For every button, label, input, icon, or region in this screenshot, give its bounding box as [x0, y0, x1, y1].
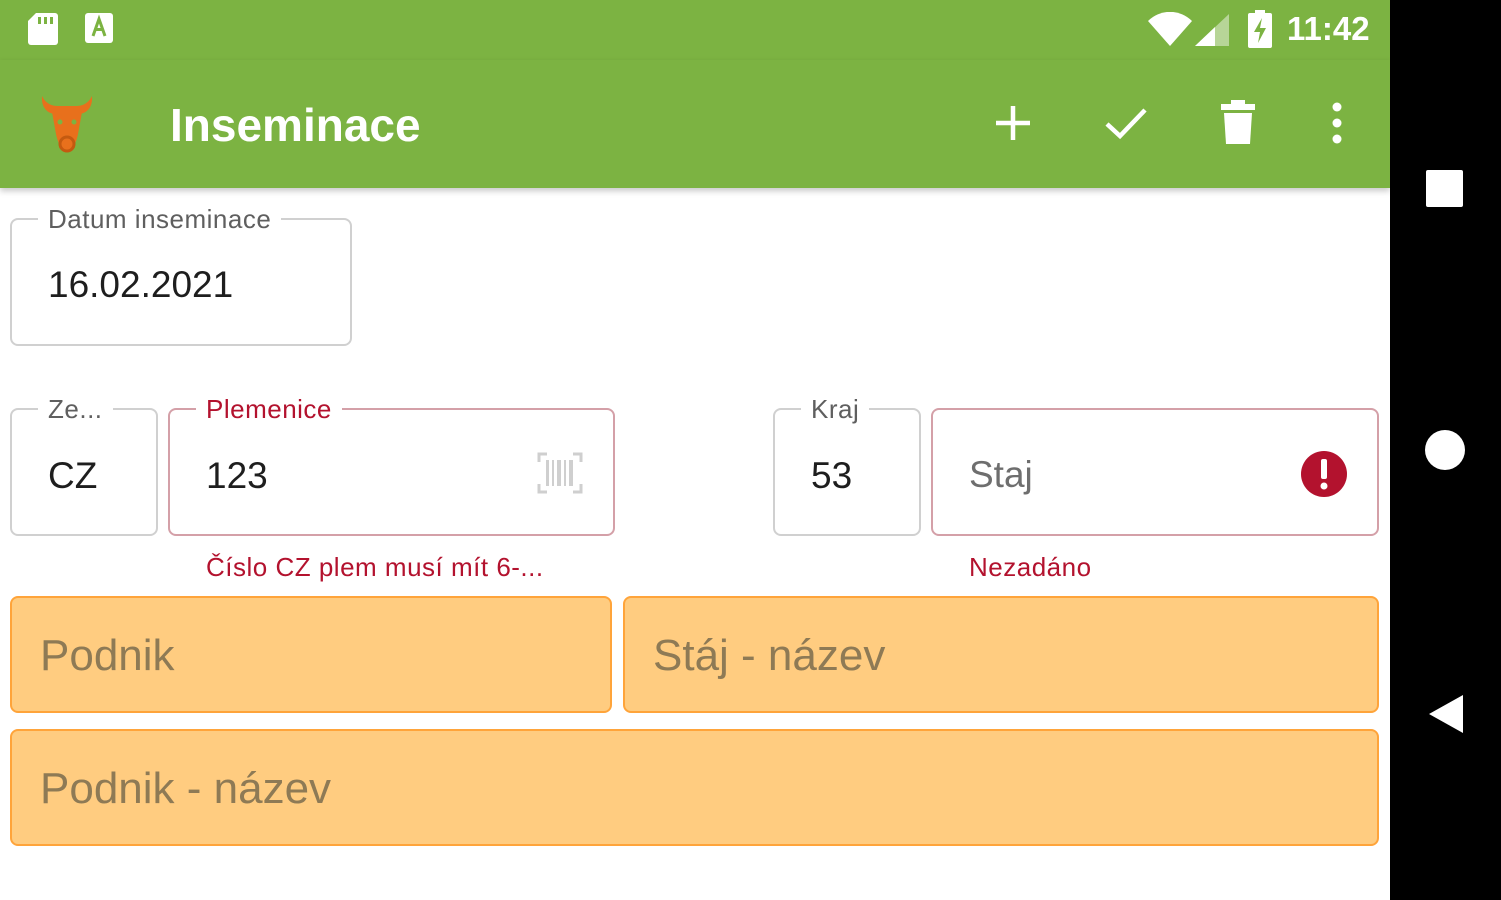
wifi-icon	[1148, 12, 1192, 46]
region-value: 53	[811, 455, 853, 496]
bull-field[interactable]: Plemenice 123	[168, 394, 615, 536]
home-icon[interactable]	[1425, 430, 1465, 470]
barcode-icon[interactable]	[537, 452, 583, 494]
country-value: CZ	[48, 455, 98, 496]
keyboard-a-icon	[85, 13, 113, 43]
date-value: 16.02.2021	[48, 264, 234, 305]
battery-charging-icon	[1248, 10, 1272, 48]
status-bar: 11:42	[0, 0, 1390, 60]
bull-label: Plemenice	[196, 394, 342, 425]
stable-name-placeholder: Stáj - název	[653, 631, 886, 680]
cell-signal-icon	[1195, 14, 1229, 46]
delete-icon[interactable]	[1220, 100, 1256, 144]
more-vert-icon[interactable]	[1328, 102, 1346, 144]
stable-error: Nezadáno	[969, 552, 1092, 582]
company-name-placeholder: Podnik - název	[40, 764, 332, 813]
navigation-bar	[1390, 0, 1501, 900]
recents-icon[interactable]	[1426, 170, 1463, 207]
date-label: Datum inseminace	[38, 204, 282, 235]
region-label: Kraj	[801, 394, 870, 425]
error-icon	[1301, 451, 1347, 497]
stable-placeholder: Staj	[969, 454, 1033, 495]
region-field[interactable]: Kraj 53	[773, 394, 921, 536]
stable-field[interactable]: Staj	[931, 408, 1379, 536]
status-time: 11:42	[1287, 10, 1370, 47]
check-icon[interactable]	[1104, 106, 1148, 140]
add-icon[interactable]	[994, 104, 1032, 142]
country-field[interactable]: Ze... CZ	[10, 394, 158, 536]
company-field[interactable]: Podnik	[10, 596, 612, 713]
bull-error: Číslo CZ plem musí mít 6-...	[206, 552, 544, 582]
bull-head-icon	[41, 96, 93, 153]
back-icon[interactable]	[1427, 693, 1465, 735]
stable-name-field[interactable]: Stáj - název	[623, 596, 1379, 713]
app-screen: 11:42 Inseminace Datum inseminace 16.02.…	[0, 0, 1390, 900]
date-field[interactable]: Datum inseminace 16.02.2021	[10, 204, 352, 346]
page-title: Inseminace	[170, 99, 421, 151]
bull-value: 123	[206, 455, 268, 496]
sd-card-icon	[28, 13, 58, 45]
country-label: Ze...	[38, 394, 113, 425]
company-placeholder: Podnik	[40, 631, 175, 680]
company-name-field[interactable]: Podnik - název	[10, 729, 1379, 846]
